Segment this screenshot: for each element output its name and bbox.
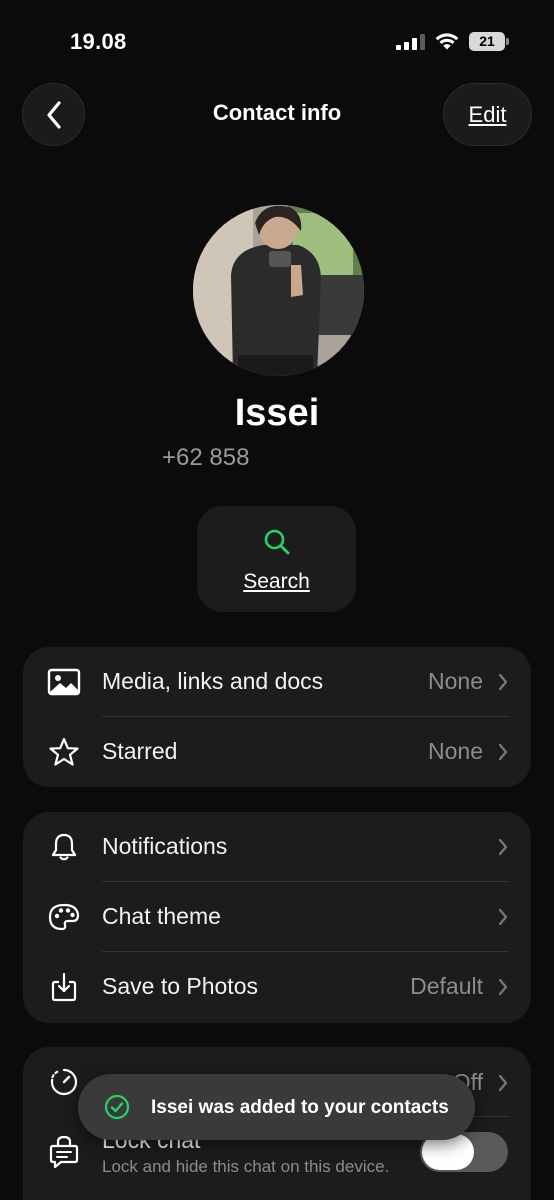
search-icon <box>264 529 290 555</box>
row-value: Default <box>410 973 483 999</box>
row-label: Notifications <box>102 833 228 859</box>
search-button[interactable]: Search <box>197 506 356 612</box>
row-value: None <box>428 738 483 764</box>
row-label: Save to Photos <box>102 973 258 999</box>
row-label: Chat theme <box>102 903 221 929</box>
row-label: Starred <box>102 738 178 764</box>
notifications-row[interactable]: Notifications <box>23 812 531 882</box>
battery-level: 21 <box>469 32 505 51</box>
contact-phone: +62 858 <box>162 444 250 471</box>
image-icon <box>47 668 81 696</box>
row-sublabel: Lock and hide this chat on this device. <box>102 1157 390 1176</box>
save-download-icon <box>51 972 77 1002</box>
battery-indicator: 21 <box>469 32 509 51</box>
row-value: None <box>428 668 483 694</box>
battery-tip <box>506 38 509 45</box>
save-to-photos-row[interactable]: Save to Photos Default <box>23 952 531 1022</box>
status-bar: 19.08 21 <box>0 0 554 80</box>
wifi-icon <box>435 33 459 50</box>
edit-button[interactable]: Edit <box>443 83 532 146</box>
row-label: Media, links and docs <box>102 668 324 694</box>
media-links-docs-row[interactable]: Media, links and docs None <box>23 647 531 717</box>
chevron-right-icon <box>498 978 508 996</box>
contact-name: Issei <box>234 392 320 434</box>
chevron-right-icon <box>498 908 508 926</box>
check-circle-icon <box>104 1094 130 1120</box>
toast-text: Issei was added to your contacts <box>151 1097 449 1118</box>
toast-notification: Issei was added to your contacts <box>78 1074 475 1140</box>
search-label: Search <box>243 570 310 593</box>
settings-card: Notifications Chat theme Save to Photos … <box>23 812 531 1023</box>
contact-avatar[interactable] <box>193 205 364 376</box>
chat-theme-row[interactable]: Chat theme <box>23 882 531 952</box>
lock-chat-icon <box>49 1135 79 1168</box>
chevron-right-icon <box>498 1074 508 1092</box>
timer-icon <box>50 1068 78 1096</box>
palette-icon <box>48 903 80 931</box>
status-time: 19.08 <box>70 29 127 54</box>
media-card: Media, links and docs None Starred None <box>23 647 531 787</box>
star-icon <box>49 737 79 766</box>
cellular-signal-icon <box>396 34 425 50</box>
bell-icon <box>51 833 77 861</box>
chevron-right-icon <box>498 673 508 691</box>
chevron-right-icon <box>498 743 508 761</box>
chevron-right-icon <box>498 838 508 856</box>
avatar-photo <box>193 205 364 376</box>
starred-row[interactable]: Starred None <box>23 717 531 787</box>
